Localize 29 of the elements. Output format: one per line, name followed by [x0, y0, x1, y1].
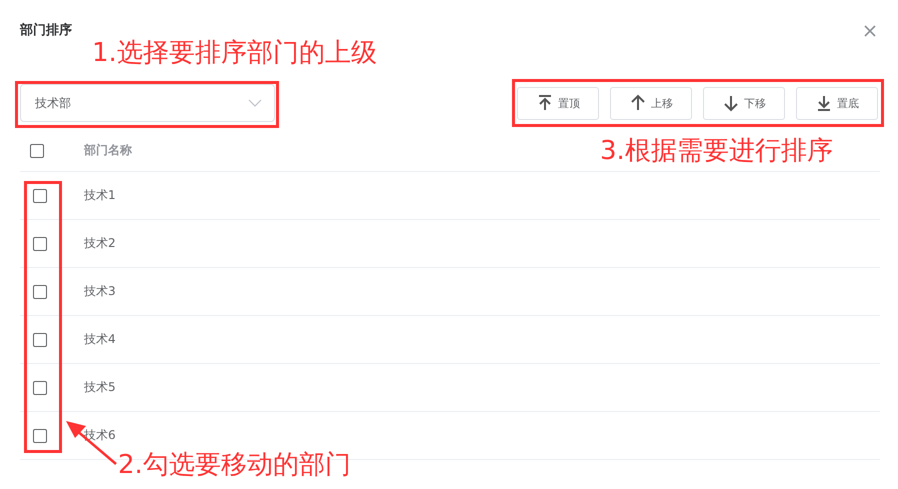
row-checkbox[interactable]: [33, 428, 47, 442]
annotation-text: 1.选择要排序部门的上级: [92, 37, 377, 70]
annotation-text: 2.勾选要移动的部门: [118, 449, 351, 482]
arrow-up-icon: [629, 94, 647, 112]
column-header: 部门名称: [84, 142, 132, 159]
down-button[interactable]: 下移: [703, 86, 785, 120]
table-cell: 技术3: [84, 283, 116, 300]
table-cell: 技术4: [84, 331, 116, 348]
table-cell: 技术5: [84, 379, 116, 396]
arrow-down-to-line-icon: [815, 94, 833, 112]
annotation-text: 3.根据需要进行排序: [600, 135, 833, 168]
arrow-up-to-line-icon: [536, 94, 554, 112]
select-all-checkbox[interactable]: [30, 144, 44, 158]
bottom-button[interactable]: 置底: [796, 86, 878, 120]
row-checkbox[interactable]: [33, 332, 47, 346]
row-checkbox[interactable]: [33, 380, 47, 394]
dialog-title: 部门排序: [20, 22, 72, 40]
annotation-arrow: [66, 421, 117, 465]
close-icon[interactable]: [863, 24, 877, 38]
table-cell: 技术2: [84, 235, 116, 252]
table-cell: 技术1: [84, 187, 116, 204]
arrow-down-icon: [722, 94, 740, 112]
up-button[interactable]: 上移: [610, 86, 692, 120]
row-checkbox[interactable]: [33, 188, 47, 202]
chevron-down-icon: [248, 99, 262, 107]
row-checkbox[interactable]: [33, 236, 47, 250]
parent-select[interactable]: 技术部: [20, 84, 275, 122]
top-button[interactable]: 置顶: [517, 86, 599, 120]
row-checkbox[interactable]: [33, 284, 47, 298]
